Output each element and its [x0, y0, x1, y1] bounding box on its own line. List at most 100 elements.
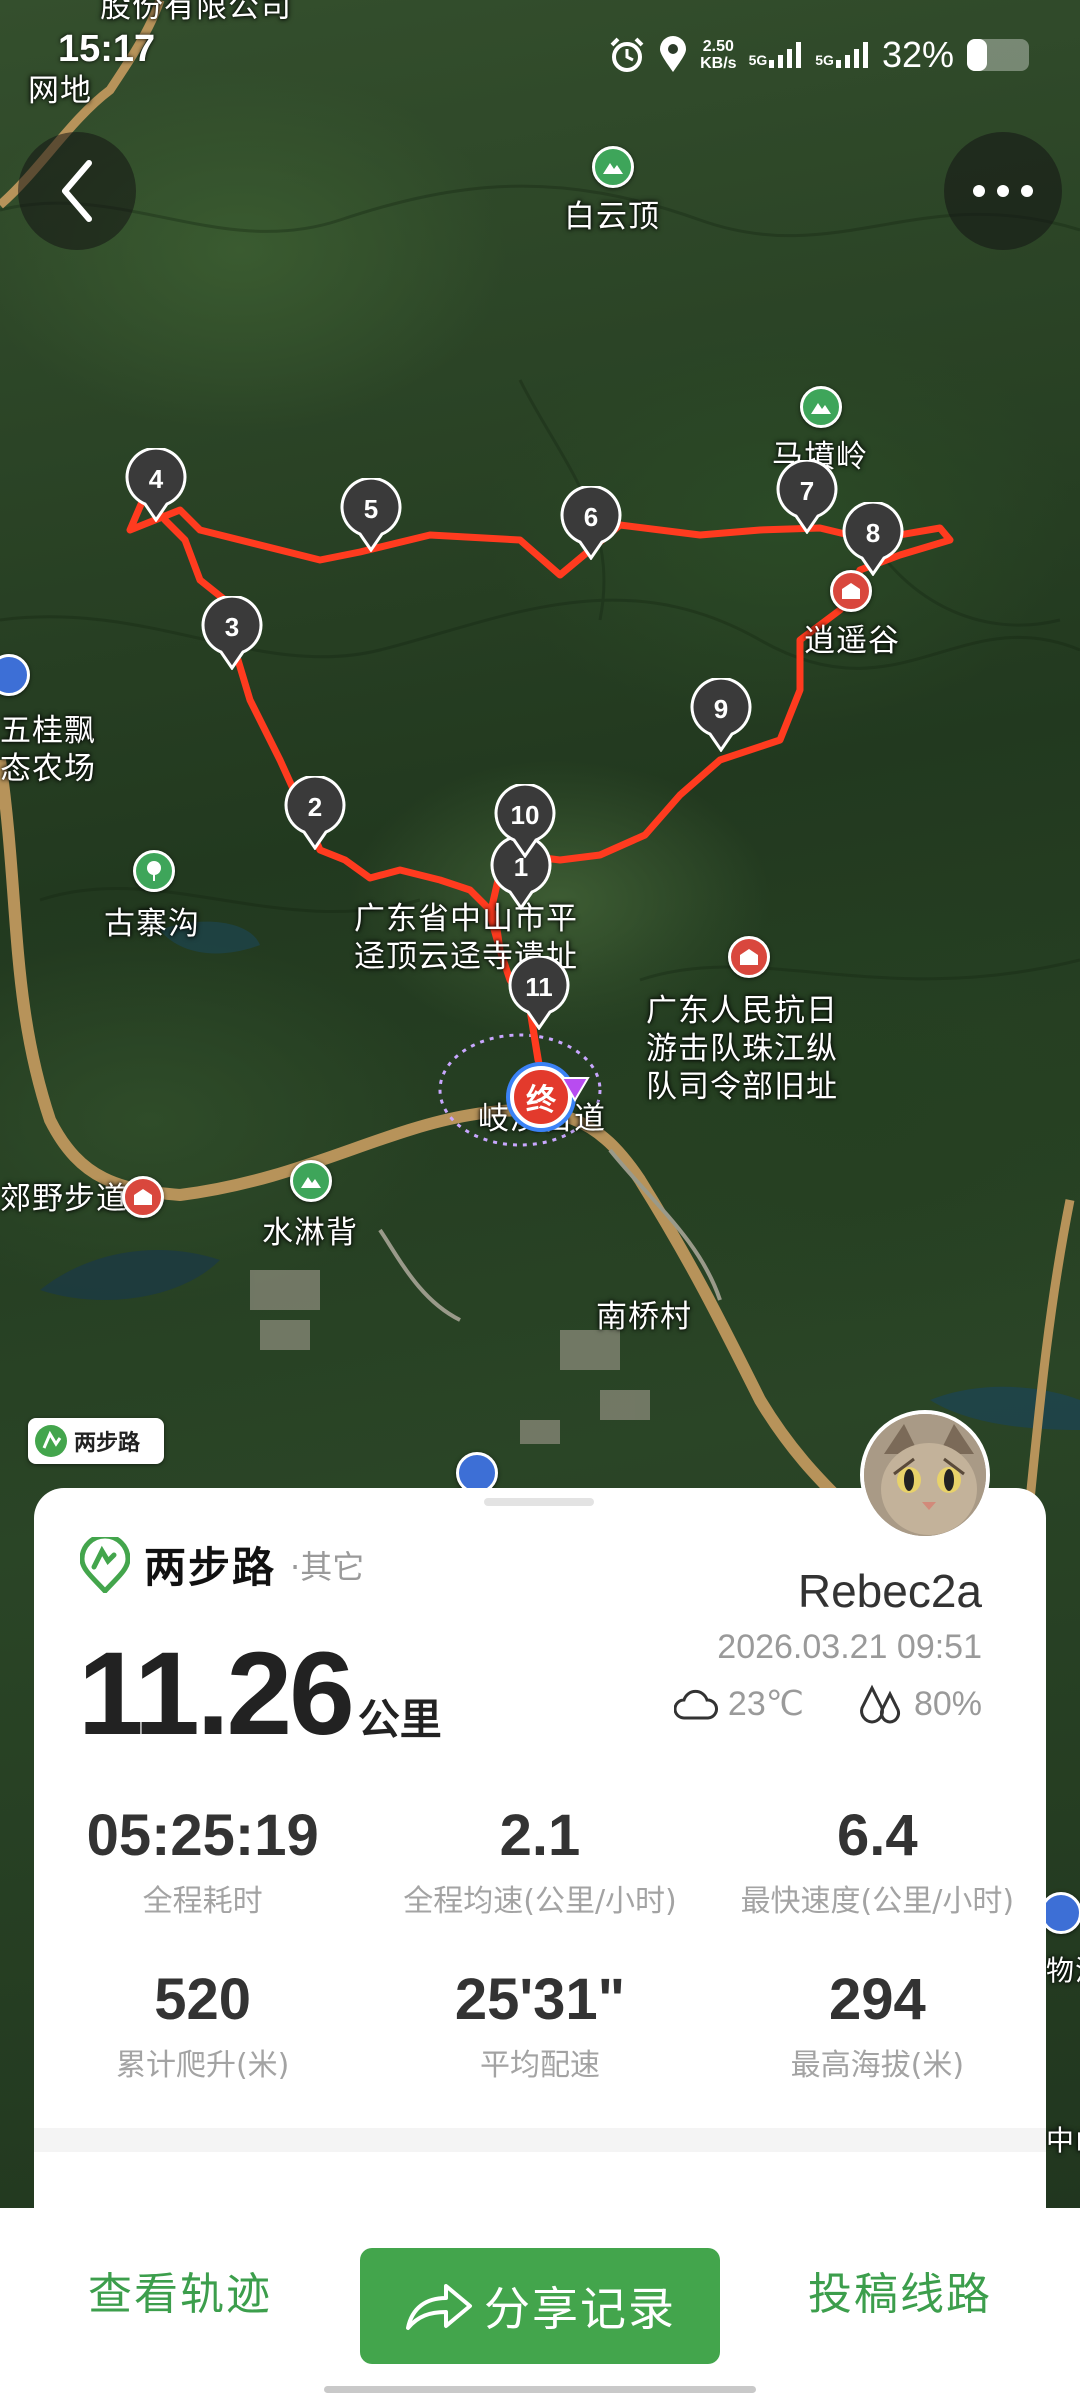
app-watermark-badge: 两步路 — [28, 1418, 164, 1464]
bottom-action-bar: 查看轨迹 分享记录 投稿线路 — [0, 2208, 1080, 2400]
brand-name: 两步路 — [144, 1543, 277, 1592]
stat-duration: 05:25:19 全程耗时 — [34, 1804, 371, 1920]
waypoint-number: 11 — [525, 971, 553, 1002]
scenic-poi-icon[interactable] — [122, 1176, 164, 1218]
status-time: 15:17 — [58, 28, 156, 70]
network-speed: 2.50 KB/s — [700, 38, 736, 72]
waypoint-number: 6 — [583, 501, 599, 532]
waypoint-number: 8 — [865, 517, 881, 548]
view-track-button[interactable]: 查看轨迹 — [88, 2258, 272, 2322]
map-label-xiaoyaogu: 逍遥谷 — [804, 623, 900, 659]
signal-1: 5G — [749, 42, 804, 68]
stat-value: 25'31" — [454, 1967, 626, 2032]
stat-avg-pace: 25'31" 平均配速 — [371, 1968, 708, 2084]
waypoint-number: 2 — [307, 791, 323, 822]
submit-route-button[interactable]: 投稿线路 — [808, 2258, 992, 2322]
waypoint-marker[interactable]: 4 — [125, 446, 187, 523]
stat-label: 最高海拔(米) — [790, 2048, 965, 2083]
more-dots-icon — [973, 185, 1033, 197]
humidity-icon — [860, 1684, 900, 1724]
waypoint-marker[interactable]: 3 — [201, 594, 263, 671]
signal-bars-icon — [835, 42, 868, 68]
avatar[interactable] — [860, 1410, 990, 1540]
scenic-poi-icon[interactable] — [830, 570, 872, 612]
brand: 两步路 ·其它 — [80, 1534, 364, 1595]
network-speed-value: 2.50 — [702, 38, 734, 55]
waypoint-marker[interactable]: 6 — [560, 484, 622, 561]
share-arrow-icon — [406, 2284, 472, 2330]
stat-value: 05:25:19 — [86, 1803, 319, 1868]
status-bar: 15:17 2.50 KB/s 5G 5G 32% — [0, 0, 1080, 110]
stat-max-speed: 6.4 最快速度(公里/小时) — [709, 1804, 1046, 1920]
mountain-poi-icon[interactable] — [290, 1160, 332, 1202]
waypoint-number: 4 — [148, 463, 164, 494]
map-label-right-edge: 物流 — [1046, 1954, 1080, 1987]
distance: 11.26 公里 — [78, 1626, 442, 1762]
battery-percent: 32% — [881, 34, 954, 75]
more-button[interactable] — [944, 132, 1062, 250]
scenic-poi-icon[interactable] — [728, 936, 770, 978]
stat-value: 6.4 — [837, 1803, 918, 1868]
map-label-nanqiao: 南桥村 — [596, 1299, 692, 1335]
record-summary-card: 两步路 ·其它 Rebec2a 2026.03.21 09:51 23℃ 80%… — [34, 1410, 1046, 2208]
stat-label: 平均配速 — [479, 2048, 600, 2083]
waypoint-marker[interactable]: 5 — [340, 476, 402, 553]
waypoint-number: 9 — [713, 693, 729, 724]
waypoint-number: 10 — [510, 799, 540, 830]
temperature: 23℃ — [727, 1685, 804, 1723]
waypoint-marker[interactable]: 10 — [494, 782, 556, 859]
mountain-poi-icon[interactable] — [800, 386, 842, 428]
share-record-button[interactable]: 分享记录 — [360, 2248, 720, 2364]
map-label-guzhaigou: 古寨沟 — [104, 906, 200, 942]
stat-max-altitude: 294 最高海拔(米) — [709, 1968, 1046, 2084]
battery-icon — [967, 39, 1029, 71]
direction-arrow-icon — [560, 1077, 590, 1102]
app-watermark-label: 两步路 — [74, 1431, 141, 1456]
waypoint-marker[interactable]: 9 — [690, 676, 752, 753]
section-divider — [34, 2128, 1046, 2152]
map-label-shuilinbei: 水淋背 — [262, 1215, 358, 1251]
waypoint-marker[interactable]: 7 — [776, 458, 838, 535]
location-poi-icon[interactable] — [1040, 1892, 1080, 1934]
app-logo-icon — [35, 1425, 67, 1457]
park-poi-icon[interactable] — [133, 850, 175, 892]
status-icons: 2.50 KB/s 5G 5G 32% — [608, 34, 1030, 76]
waypoint-marker[interactable]: 11 — [508, 954, 570, 1031]
mountain-poi-icon[interactable] — [592, 146, 634, 188]
stat-value: 294 — [828, 1967, 926, 2032]
humidity: 80% — [913, 1684, 982, 1723]
stat-label: 最快速度(公里/小时) — [740, 1884, 1015, 1919]
app-logo-icon — [80, 1536, 130, 1593]
waypoint-number: 5 — [363, 493, 379, 524]
distance-unit: 公里 — [357, 1695, 442, 1744]
cloud-icon — [673, 1690, 718, 1720]
distance-value: 11.26 — [78, 1628, 355, 1760]
waypoint-number: 3 — [224, 611, 240, 642]
map-label-baiyunding: 白云顶 — [564, 199, 660, 235]
activity-category: ·其它 — [290, 1547, 365, 1586]
end-marker-label: 终 — [526, 1083, 556, 1118]
map-label-wuguipiao: 五桂飘 — [0, 713, 96, 749]
signal-2-label: 5G — [815, 52, 834, 68]
map-label-right-edge-2: 中山 — [1046, 2124, 1080, 2157]
weather-info: 23℃ 80% — [673, 1684, 982, 1724]
signal-1-label: 5G — [748, 52, 768, 68]
waypoint-marker[interactable]: 8 — [842, 500, 904, 577]
location-icon — [660, 36, 687, 72]
network-speed-unit: KB/s — [700, 55, 737, 72]
record-datetime: 2026.03.21 09:51 — [717, 1628, 982, 1666]
share-record-label: 分享记录 — [484, 2282, 676, 2336]
username[interactable]: Rebec2a — [798, 1564, 982, 1618]
stat-label: 全程均速(公里/小时) — [403, 1884, 677, 1919]
drag-handle[interactable] — [484, 1498, 594, 1506]
back-button[interactable] — [18, 132, 136, 250]
stat-elevation-gain: 520 累计爬升(米) — [34, 1968, 371, 2084]
signal-2: 5G — [815, 42, 870, 68]
map-label-nongchang: 态农场 — [0, 751, 96, 787]
map-label-yebu: 郊野步道 — [0, 1181, 128, 1217]
home-indicator[interactable] — [324, 2386, 756, 2393]
stat-value: 520 — [154, 1967, 252, 2032]
stats-grid: 05:25:19 全程耗时 2.1 全程均速(公里/小时) 6.4 最快速度(公… — [34, 1804, 1046, 2084]
map-terrain — [0, 0, 1080, 1500]
waypoint-marker[interactable]: 2 — [284, 774, 346, 851]
